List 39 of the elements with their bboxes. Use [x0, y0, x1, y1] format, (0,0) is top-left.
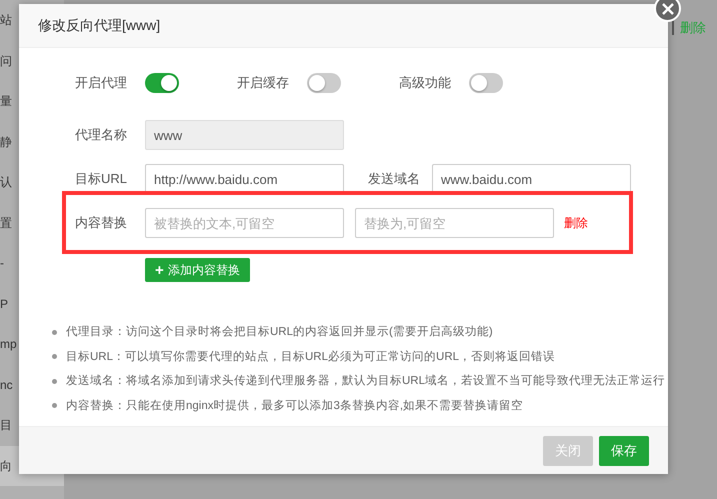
- save-button[interactable]: 保存: [599, 436, 649, 466]
- sidebar-item[interactable]: 认: [0, 162, 19, 202]
- toggle-label: 高级功能: [399, 74, 452, 92]
- toggle-label: 开启缓存: [237, 74, 290, 92]
- add-replace-button[interactable]: + 添加内容替换: [145, 258, 250, 282]
- sidebar-item[interactable]: 静: [0, 122, 19, 162]
- send-domain-field[interactable]: www.baidu.com: [432, 164, 631, 194]
- sidebar-item[interactable]: 问: [0, 40, 19, 81]
- delete-link[interactable]: 删除: [564, 214, 588, 232]
- sidebar-item[interactable]: mp: [0, 324, 19, 364]
- dialog-title: 修改反向代理[www]: [38, 16, 160, 35]
- sidebar-item[interactable]: nc: [0, 364, 19, 405]
- sidebar-item[interactable]: 置: [0, 202, 19, 243]
- field-label: 代理名称: [75, 126, 128, 144]
- toggle-switch[interactable]: [145, 73, 179, 93]
- note-text: 目标URL：可以填写你需要代理的站点，目标URL必须为可正常访问的URL，否则将返回错误: [66, 349, 556, 364]
- bullet-icon: [52, 378, 57, 384]
- field-label: 目标URL: [75, 170, 128, 188]
- replace-text-field[interactable]: 替换为,可留空: [355, 208, 554, 238]
- note-text: 发送域名：将域名添加到请求头传递到代理服务器，默认为目标URL域名，若设置不当可能导致代理无法正常运行: [66, 374, 666, 389]
- field-label: 内容替换: [75, 214, 128, 232]
- toggle-switch[interactable]: [469, 73, 503, 93]
- sidebar-item[interactable]: P: [0, 284, 19, 324]
- toggle-label: 开启代理: [75, 74, 128, 92]
- plus-icon: +: [155, 262, 164, 278]
- sidebar-item[interactable]: 量: [0, 81, 19, 122]
- sidebar-item[interactable]: 目: [0, 405, 19, 446]
- close-icon[interactable]: [654, 0, 681, 22]
- sidebar-item[interactable]: -: [0, 243, 19, 284]
- bullet-icon: [52, 403, 57, 408]
- find-text-field[interactable]: 被替换的文本,可留空: [145, 208, 344, 238]
- bullet-icon: [52, 354, 57, 360]
- target-url-field[interactable]: http://www.baidu.com: [145, 164, 344, 194]
- note-text: 内容替换：只能在使用nginx时提供，最多可以添加3条替换内容,如果不需要替换请留空: [66, 398, 524, 414]
- sidebar-item[interactable]: 站: [0, 0, 19, 40]
- toggle-switch[interactable]: [307, 73, 341, 93]
- field-label: 发送域名: [368, 170, 421, 188]
- note-text: 代理目录：访问这个目录时将会把目标URL的内容返回并显示(需要开启高级功能): [66, 324, 493, 340]
- bullet-icon: [52, 330, 57, 335]
